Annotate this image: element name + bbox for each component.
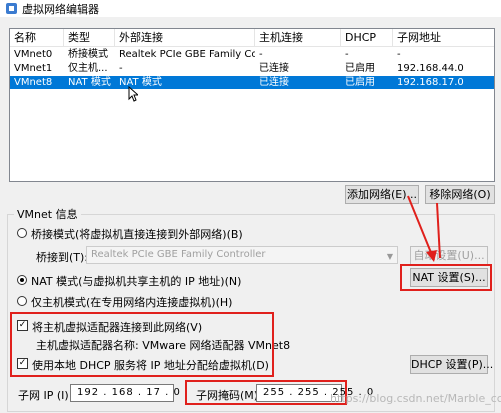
title-bar: 虚拟网络编辑器: [0, 0, 501, 17]
cell-name: VMnet1: [14, 63, 53, 74]
cell-host: 已连接: [259, 77, 289, 88]
mouse-cursor-icon: [128, 86, 138, 102]
subnet-ip-label: 子网 IP (I):: [18, 389, 73, 402]
annotation-box-options: [10, 312, 274, 377]
remove-network-button[interactable]: 移除网络(O): [425, 185, 495, 204]
bridge-to-select[interactable]: Realtek PCIe GBE Family Controller ▼: [86, 246, 398, 264]
column-header-name[interactable]: 名称: [10, 29, 64, 47]
cell-subnet: 192.168.17.0: [397, 77, 464, 88]
cell-dhcp: 已启用: [345, 63, 375, 74]
bridge-to-label: 桥接到(T):: [36, 251, 89, 264]
subnet-ip-field[interactable]: 192 . 168 . 17 . 0: [70, 384, 180, 402]
table-row-selected[interactable]: VMnet8 NAT 模式 NAT 模式 已连接 已启用 192.168.17.…: [10, 76, 494, 89]
table-row[interactable]: VMnet1 仅主机... - 已连接 已启用 192.168.44.0: [10, 62, 494, 75]
cell-dhcp: -: [345, 49, 349, 60]
vmnet-info-title: VMnet 信息: [14, 206, 81, 222]
cell-host: 已连接: [259, 63, 289, 74]
column-header-subnet[interactable]: 子网地址: [393, 29, 494, 47]
annotation-box-mask: [185, 380, 347, 405]
dhcp-settings-button[interactable]: DHCP 设置(P)...: [410, 355, 493, 374]
table-row[interactable]: VMnet0 桥接模式 Realtek PCIe GBE Family Co..…: [10, 48, 494, 61]
window-title: 虚拟网络编辑器: [22, 3, 99, 16]
cell-type: NAT 模式: [68, 77, 111, 88]
column-header-external[interactable]: 外部连接: [115, 29, 255, 47]
nat-mode-radio[interactable]: [17, 275, 27, 285]
annotation-box-nat: [400, 264, 492, 291]
cell-name: VMnet0: [14, 49, 53, 60]
cell-dhcp: 已启用: [345, 77, 375, 88]
bridge-mode-label[interactable]: 桥接模式(将虚拟机直接连接到外部网络)(B): [31, 226, 243, 242]
cell-type: 仅主机...: [68, 63, 108, 74]
cell-external: Realtek PCIe GBE Family Co...: [119, 49, 255, 60]
add-network-button[interactable]: 添加网络(E)...: [345, 185, 419, 204]
column-header-host[interactable]: 主机连接: [255, 29, 341, 47]
bridge-mode-radio[interactable]: [17, 228, 27, 238]
cell-host: -: [259, 49, 263, 60]
column-header-dhcp[interactable]: DHCP: [341, 29, 393, 47]
cell-type: 桥接模式: [68, 49, 108, 60]
host-only-label[interactable]: 仅主机模式(在专用网络内连接虚拟机)(H): [31, 294, 232, 310]
bridge-to-value: Realtek PCIe GBE Family Controller: [91, 249, 266, 260]
cell-subnet: 192.168.44.0: [397, 63, 464, 74]
network-list[interactable]: 名称 类型 外部连接 主机连接 DHCP 子网地址 VMnet0 桥接模式 Re…: [9, 28, 495, 182]
chevron-down-icon: ▼: [386, 252, 393, 261]
watermark-text: https://blog.csdn.net/Marble_ccp: [330, 392, 501, 405]
app-icon: [6, 3, 17, 14]
column-header-type[interactable]: 类型: [64, 29, 115, 47]
host-only-radio[interactable]: [17, 296, 27, 306]
cell-name: VMnet8: [14, 77, 53, 88]
cell-subnet: -: [397, 49, 401, 60]
cell-external: -: [119, 63, 123, 74]
nat-mode-label[interactable]: NAT 模式(与虚拟机共享主机的 IP 地址)(N): [31, 273, 241, 289]
auto-settings-button[interactable]: 自动设置(U)...: [410, 246, 488, 265]
